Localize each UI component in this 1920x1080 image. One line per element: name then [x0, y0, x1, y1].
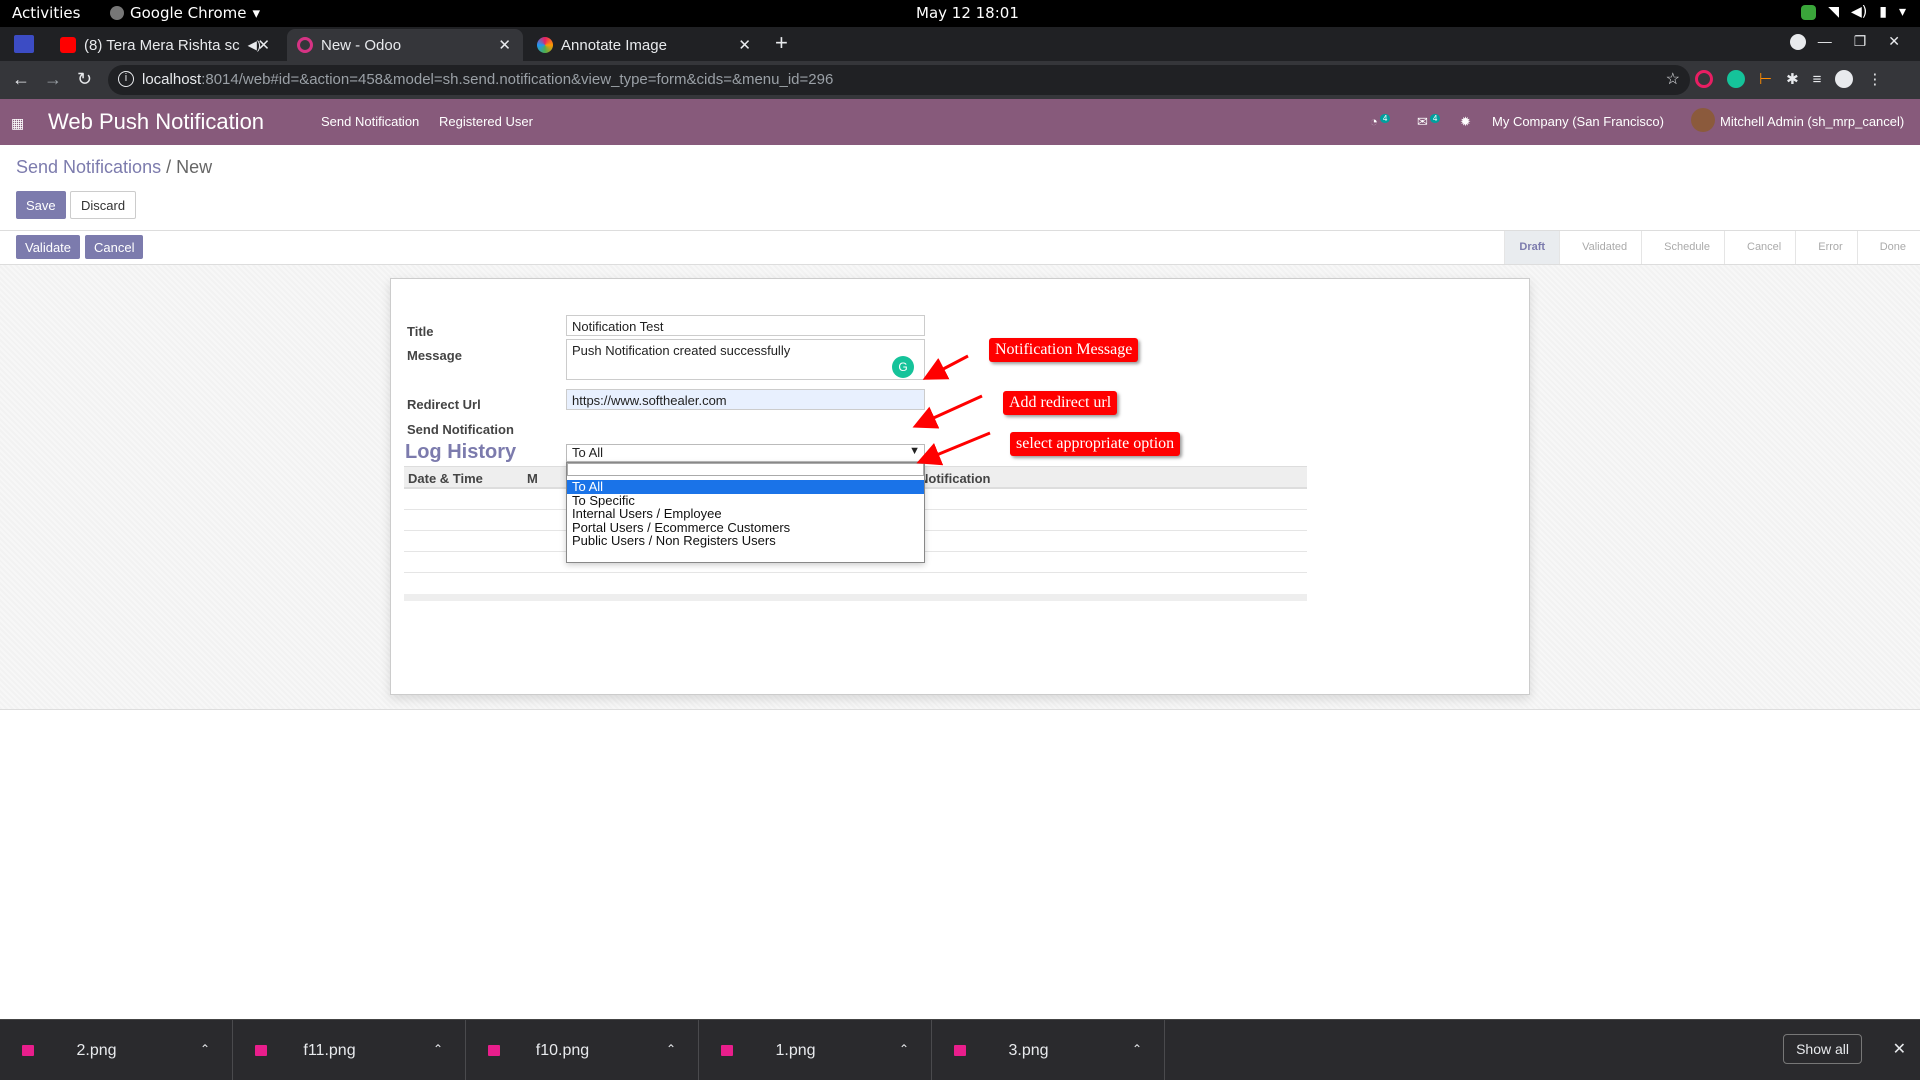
annotation-notification-message: Notification Message [989, 338, 1139, 362]
arrow-to-select [916, 431, 991, 466]
annotation-select-option: select appropriate option [1010, 432, 1181, 456]
arrow-to-message [922, 354, 969, 380]
annotation-redirect-url: Add redirect url [1003, 391, 1118, 415]
annotation-arrows [912, 354, 991, 466]
arrow-to-redirect [912, 394, 983, 429]
